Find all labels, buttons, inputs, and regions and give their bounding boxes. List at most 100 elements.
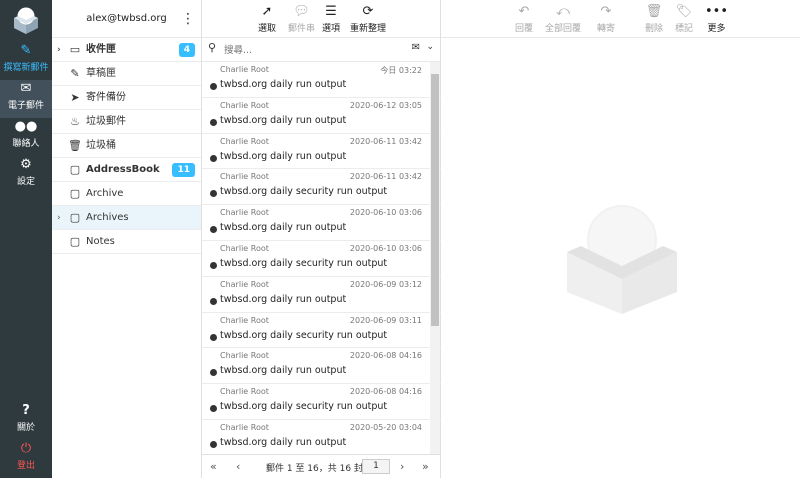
folder-item[interactable]: ▢ AddressBook 11 <box>52 158 201 182</box>
next-page-icon[interactable]: › <box>400 460 404 473</box>
message-list: Charlie Root 今日 03:22 twbsd.org daily run … <box>202 62 441 454</box>
power-icon: ⏻ <box>20 441 32 456</box>
unread-dot-icon[interactable] <box>210 333 217 341</box>
mark-button[interactable]: 🏷︎ 標記 <box>675 3 693 34</box>
reply-all-button[interactable]: ⤺ 全部回覆 <box>545 3 581 34</box>
more-button[interactable]: ••• 更多 <box>705 3 728 34</box>
webmail-app: ✎ 撰寫新郵件 ✉ 電子郵件 ●● 聯絡人 ⚙ 設定 ? 關於 ⏻ 登出 ale… <box>0 0 800 478</box>
expand-arrow-icon[interactable]: › <box>57 206 61 230</box>
unread-dot-icon[interactable] <box>210 297 217 305</box>
message-date: 2020-06-12 03:05 <box>349 100 422 110</box>
folder-item[interactable]: ✎ 草稿匣 <box>52 62 201 86</box>
unread-dot-icon[interactable] <box>210 226 217 234</box>
users-icon: ●● <box>14 119 38 134</box>
folder-icon: ▢ <box>69 163 81 176</box>
message-subject: twbsd.org daily run output <box>220 365 347 377</box>
message-row[interactable]: Charlie Root 2020-06-09 03:11 twbsd.org da… <box>202 313 441 349</box>
message-date: 今日 03:22 <box>380 66 422 75</box>
message-row[interactable]: Charlie Root 2020-06-10 03:06 twbsd.org da… <box>202 241 441 277</box>
folder-item[interactable]: ▢ Notes <box>52 230 201 254</box>
message-row[interactable]: Charlie Root 2020-06-08 04:16 twbsd.org da… <box>202 384 441 420</box>
unread-dot-icon[interactable] <box>210 261 217 269</box>
message-subject: twbsd.org daily run output <box>220 114 347 126</box>
message-date: 2020-06-11 03:42 <box>349 172 422 182</box>
last-page-icon[interactable]: » <box>422 460 429 473</box>
unread-dot-icon[interactable] <box>210 405 217 413</box>
folder-item[interactable]: ♨ 垃圾郵件 <box>52 110 201 134</box>
folder-label: 垃圾郵件 <box>86 116 126 127</box>
folder-icon: ▢ <box>69 211 81 224</box>
message-row[interactable]: Charlie Root 今日 03:22 twbsd.org daily run … <box>202 62 441 98</box>
folder-item[interactable]: 🗑︎ 垃圾桶 <box>52 134 201 158</box>
unread-dot-icon[interactable] <box>210 369 217 377</box>
expand-arrow-icon[interactable]: › <box>57 38 61 62</box>
contacts-nav-button[interactable]: ●● 聯絡人 <box>0 118 52 156</box>
message-subject: twbsd.org daily security run output <box>220 257 388 269</box>
account-menu-icon[interactable]: ⋮ <box>181 0 195 38</box>
search-input[interactable] <box>224 42 394 58</box>
folder-item[interactable]: › ▭ 收件匣 4 <box>52 38 201 62</box>
pencil-icon: ✎ <box>70 67 80 80</box>
first-page-icon[interactable]: « <box>210 460 217 473</box>
folder-icon: ▢ <box>69 187 81 200</box>
message-list-scrollbar[interactable] <box>430 62 440 454</box>
message-row[interactable]: Charlie Root 2020-06-10 03:06 twbsd.org da… <box>202 205 441 241</box>
options-button[interactable]: ☰ 選項 <box>322 3 340 34</box>
message-date: 2020-06-08 04:16 <box>349 387 422 397</box>
reply-all-label: 全部回覆 <box>545 24 582 34</box>
message-date: 2020-05-20 03:04 <box>349 422 422 432</box>
prev-page-icon[interactable]: ‹ <box>236 460 240 473</box>
page-number-input[interactable]: 1 <box>362 459 390 474</box>
envelope-icon: ✉ <box>20 81 32 96</box>
unread-count-badge: 4 <box>178 43 195 57</box>
scrollbar-thumb[interactable] <box>431 74 439 326</box>
send-icon: ➤ <box>70 91 80 104</box>
reply-icon: ↶ <box>518 4 530 19</box>
refresh-button[interactable]: ⟳ 重新整理 <box>350 3 386 34</box>
threads-button[interactable]: 💬︎ 郵件串 <box>288 3 315 34</box>
compose-button[interactable]: ✎ 撰寫新郵件 <box>0 42 52 80</box>
message-list-panel: ➚ 選取 💬︎ 郵件串 ☰ 選項 ⟳ 重新整理 ⚲ ✉ ⌄ Charlie Ro… <box>202 0 441 478</box>
unread-dot-icon[interactable] <box>210 83 217 90</box>
envelope-icon[interactable]: ✉ <box>412 42 420 53</box>
message-row[interactable]: Charlie Root 2020-06-11 03:42 twbsd.org da… <box>202 134 441 170</box>
message-sender: Charlie Root <box>220 208 269 218</box>
folder-item[interactable]: › ▢ Archives <box>52 206 201 230</box>
chevron-down-icon[interactable]: ⌄ <box>426 42 434 52</box>
select-button[interactable]: ➚ 選取 <box>258 3 276 34</box>
forward-button[interactable]: ↷ 轉寄 <box>597 3 615 34</box>
logout-button[interactable]: ⏻ 登出 <box>0 440 52 478</box>
mail-label: 電子郵件 <box>7 101 44 111</box>
message-sender: Charlie Root <box>220 243 269 253</box>
mail-nav-button[interactable]: ✉ 電子郵件 <box>0 80 52 118</box>
reply-label: 回覆 <box>515 24 534 34</box>
folder-label: Notes <box>86 236 115 247</box>
message-date: 2020-06-09 03:12 <box>349 279 422 289</box>
message-subject: twbsd.org daily run output <box>220 293 347 305</box>
unread-count-badge: 11 <box>172 163 195 177</box>
mark-label: 標記 <box>675 24 694 34</box>
account-email: alex@twbsd.org <box>86 13 167 24</box>
message-sender: Charlie Root <box>220 422 269 432</box>
unread-dot-icon[interactable] <box>210 440 217 448</box>
message-row[interactable]: Charlie Root 2020-05-20 03:04 twbsd.org da… <box>202 420 441 454</box>
unread-dot-icon[interactable] <box>210 154 217 162</box>
reply-all-icon: ⤺ <box>556 4 570 19</box>
message-subject: twbsd.org daily security run output <box>220 401 388 413</box>
unread-dot-icon[interactable] <box>210 190 217 198</box>
message-date: 2020-06-09 03:11 <box>349 315 422 325</box>
folder-item[interactable]: ▢ Archive <box>52 182 201 206</box>
message-row[interactable]: Charlie Root 2020-06-08 04:16 twbsd.org da… <box>202 348 441 385</box>
settings-nav-button[interactable]: ⚙ 設定 <box>0 156 52 194</box>
search-icon[interactable]: ⚲ <box>208 41 216 54</box>
reply-button[interactable]: ↶ 回覆 <box>515 3 533 34</box>
roundcube-logo[interactable] <box>10 4 42 36</box>
folder-item[interactable]: ➤ 寄件備份 <box>52 86 201 110</box>
about-button[interactable]: ? 關於 <box>0 402 52 440</box>
account-header: alex@twbsd.org ⋮ <box>52 0 201 38</box>
message-row[interactable]: Charlie Root 2020-06-09 03:12 twbsd.org da… <box>202 277 441 313</box>
message-row[interactable]: Charlie Root 2020-06-12 03:05 twbsd.org da… <box>202 98 441 134</box>
unread-dot-icon[interactable] <box>210 118 217 126</box>
delete-button[interactable]: 🗑︎ 刪除 <box>645 3 663 34</box>
message-row[interactable]: Charlie Root 2020-06-11 03:42 twbsd.org da… <box>202 169 441 206</box>
